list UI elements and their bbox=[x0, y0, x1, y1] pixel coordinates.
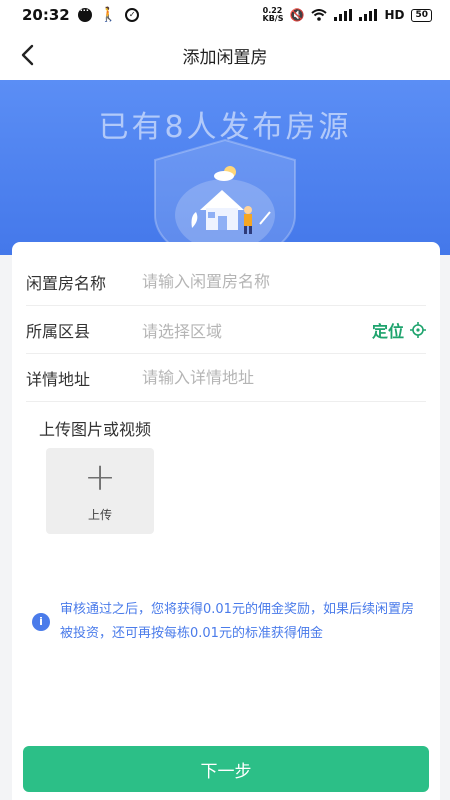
wifi-icon bbox=[311, 9, 328, 21]
district-select[interactable]: 请选择区域 bbox=[142, 318, 372, 342]
name-input[interactable] bbox=[142, 272, 426, 291]
next-step-button[interactable]: 下一步 bbox=[23, 746, 429, 792]
upload-button[interactable]: + 上传 bbox=[46, 448, 154, 534]
row-name: 闲置房名称 bbox=[26, 258, 426, 306]
back-button[interactable] bbox=[14, 40, 44, 70]
plus-icon: + bbox=[84, 454, 116, 499]
locate-label: 定位 bbox=[371, 321, 404, 341]
signal-icon-2 bbox=[359, 9, 378, 21]
chevron-left-icon bbox=[21, 44, 34, 66]
locate-button[interactable]: 定位 bbox=[372, 318, 426, 342]
nav-bar: 添加闲置房 bbox=[0, 30, 450, 80]
status-bar: 20:32 🚶 ✓ 0.22 KB/S 🔇 HD 50 bbox=[0, 0, 450, 30]
district-label: 所属区县 bbox=[26, 321, 91, 341]
mute-icon: 🔇 bbox=[289, 8, 305, 22]
crosshair-icon bbox=[410, 321, 426, 338]
page-title: 添加闲置房 bbox=[182, 47, 268, 68]
hd-label: HD bbox=[384, 8, 405, 22]
walking-icon: 🚶 bbox=[99, 7, 118, 23]
info-icon: i bbox=[32, 613, 50, 631]
house-shield-illustration bbox=[154, 138, 296, 255]
battery-icon: 50 bbox=[411, 8, 432, 22]
upload-title: 上传图片或视频 bbox=[39, 420, 152, 439]
reward-notice: i 审核通过之后，您将获得0.01元的佣金奖励，如果后续闲置房被投资，还可再按每… bbox=[32, 598, 422, 646]
row-district[interactable]: 所属区县 请选择区域 定位 bbox=[26, 306, 426, 354]
message-icon bbox=[77, 6, 92, 22]
upload-label: 上传 bbox=[87, 507, 112, 522]
status-right: 0.22 KB/S 🔇 HD 50 bbox=[262, 6, 432, 23]
name-label: 闲置房名称 bbox=[26, 273, 107, 293]
status-time: 20:32 bbox=[22, 6, 70, 24]
banner: 已有8人发布房源 bbox=[0, 80, 450, 255]
network-speed: 0.22 KB/S bbox=[262, 6, 284, 23]
row-address: 详情地址 bbox=[26, 354, 426, 402]
address-label: 详情地址 bbox=[26, 369, 91, 389]
address-input[interactable] bbox=[142, 368, 426, 387]
check-circle-icon: ✓ bbox=[125, 8, 140, 22]
notice-text: 审核通过之后，您将获得0.01元的佣金奖励，如果后续闲置房被投资，还可再按每栋0… bbox=[60, 602, 414, 641]
form-card: 闲置房名称 所属区县 请选择区域 定位 详情地址 上传图片或视频 + 上传 i … bbox=[12, 242, 440, 800]
status-left: 20:32 🚶 ✓ bbox=[22, 6, 140, 24]
signal-icon bbox=[334, 9, 353, 21]
